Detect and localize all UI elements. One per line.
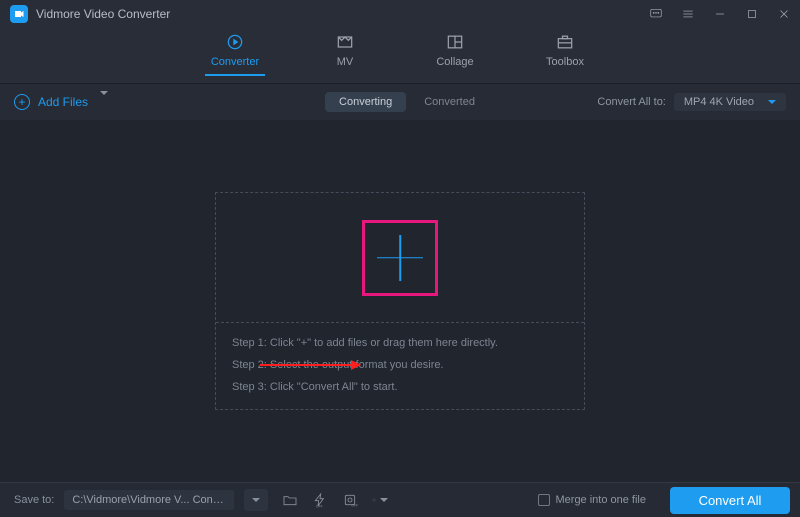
drop-zone[interactable] bbox=[216, 193, 584, 323]
close-button[interactable] bbox=[776, 6, 792, 22]
menu-icon[interactable] bbox=[680, 6, 696, 22]
merge-label: Merge into one file bbox=[556, 494, 647, 506]
tab-collage[interactable]: Collage bbox=[425, 32, 485, 76]
collage-icon bbox=[445, 32, 465, 52]
feedback-icon[interactable] bbox=[648, 6, 664, 22]
mv-icon bbox=[335, 32, 355, 52]
add-file-plus-icon[interactable] bbox=[377, 235, 423, 281]
hardware-accel-icon[interactable]: OFF bbox=[312, 492, 328, 508]
converter-icon bbox=[225, 32, 245, 52]
minimize-button[interactable] bbox=[712, 6, 728, 22]
tab-label: Collage bbox=[436, 56, 473, 68]
converting-toggle[interactable]: Converting bbox=[325, 92, 406, 112]
merge-checkbox[interactable]: Merge into one file bbox=[538, 494, 647, 506]
drop-panel: Step 1: Click "+" to add files or drag t… bbox=[215, 192, 585, 410]
save-to-label: Save to: bbox=[14, 494, 54, 506]
main-tabs: Converter MV Collage Toolbox bbox=[0, 28, 800, 84]
convert-all-to-label: Convert All to: bbox=[597, 96, 665, 108]
svg-text:OFF: OFF bbox=[316, 504, 323, 508]
format-selected-value: MP4 4K Video bbox=[684, 96, 754, 108]
app-title: Vidmore Video Converter bbox=[36, 7, 648, 21]
instruction-step: Step 3: Click "Convert All" to start. bbox=[232, 381, 568, 393]
bottom-bar: Save to: C:\Vidmore\Vidmore V... Convert… bbox=[0, 482, 800, 517]
maximize-button[interactable] bbox=[744, 6, 760, 22]
toolbox-icon bbox=[555, 32, 575, 52]
open-folder-icon[interactable] bbox=[282, 492, 298, 508]
save-path-field[interactable]: C:\Vidmore\Vidmore V... Converter\Conver… bbox=[64, 490, 234, 510]
convert-all-button[interactable]: Convert All bbox=[670, 487, 790, 514]
secondary-toolbar: Add Files Converting Converted Convert A… bbox=[0, 84, 800, 120]
tab-toolbox[interactable]: Toolbox bbox=[535, 32, 595, 76]
converted-toggle[interactable]: Converted bbox=[424, 96, 475, 108]
chevron-down-icon bbox=[252, 498, 260, 502]
settings-dropdown[interactable] bbox=[372, 492, 388, 508]
main-area: Step 1: Click "+" to add files or drag t… bbox=[0, 120, 800, 482]
tab-label: MV bbox=[337, 56, 354, 68]
high-speed-icon[interactable]: OFF bbox=[342, 492, 358, 508]
app-logo bbox=[10, 5, 28, 23]
chevron-down-icon bbox=[768, 100, 776, 104]
add-files-button[interactable]: Add Files bbox=[14, 94, 108, 110]
plus-circle-icon bbox=[14, 94, 30, 110]
tab-label: Toolbox bbox=[546, 56, 584, 68]
chevron-down-icon bbox=[380, 498, 388, 502]
view-toggle: Converting Converted bbox=[325, 92, 475, 112]
checkbox-box bbox=[538, 494, 550, 506]
tab-label: Converter bbox=[211, 56, 259, 68]
drop-instructions: Step 1: Click "+" to add files or drag t… bbox=[216, 323, 584, 409]
annotation-highlight-box bbox=[362, 220, 438, 296]
chevron-down-icon bbox=[100, 95, 108, 109]
titlebar: Vidmore Video Converter bbox=[0, 0, 800, 28]
save-path-dropdown[interactable] bbox=[244, 489, 268, 511]
tab-converter[interactable]: Converter bbox=[205, 32, 265, 76]
annotation-arrow bbox=[260, 364, 360, 366]
instruction-step: Step 1: Click "+" to add files or drag t… bbox=[232, 337, 568, 349]
output-format-select[interactable]: MP4 4K Video bbox=[674, 93, 786, 111]
svg-text:OFF: OFF bbox=[352, 504, 359, 508]
add-files-label: Add Files bbox=[38, 95, 88, 109]
tab-mv[interactable]: MV bbox=[315, 32, 375, 76]
